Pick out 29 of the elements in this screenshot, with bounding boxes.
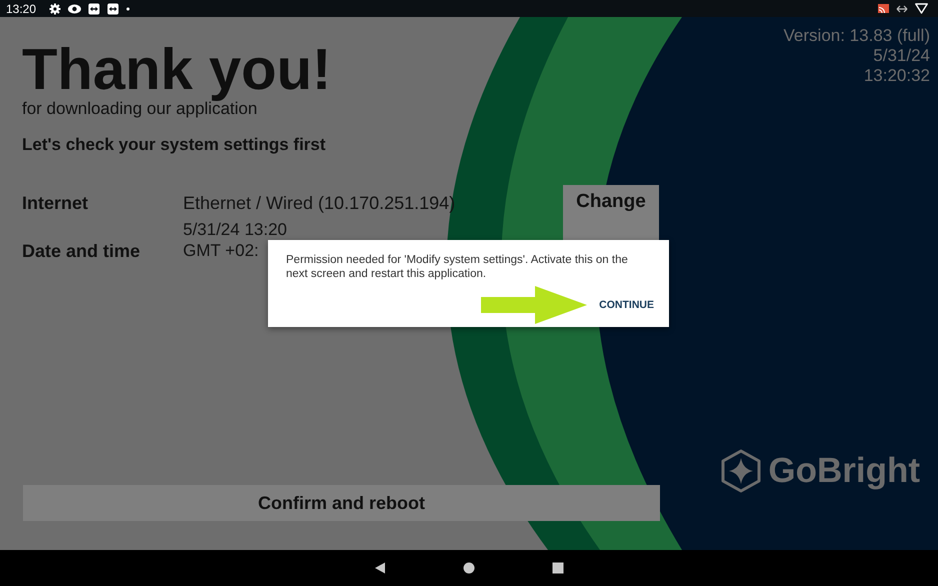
recents-icon[interactable]	[552, 562, 564, 574]
confirm-button[interactable]: Confirm and reboot	[23, 485, 660, 521]
status-time: 13:20	[6, 2, 36, 16]
logo-text: GoBright	[768, 451, 920, 491]
dialog-message: Permission needed for 'Modify system settings'. Activate this on the next screen and restart this application.	[286, 253, 629, 281]
version-text: Version: 13.83 (full)	[784, 26, 930, 46]
dot-icon	[126, 6, 130, 10]
setting-value: GMT +02:	[183, 240, 259, 261]
section-heading: Let's check your system settings first	[22, 135, 327, 155]
remote-icon	[88, 2, 100, 14]
eye-icon	[68, 4, 82, 14]
change-button[interactable]: Change	[563, 185, 659, 219]
logo-icon	[720, 449, 762, 493]
version-text: 5/31/24	[872, 46, 930, 66]
setting-label: Internet	[22, 192, 90, 214]
continue-button[interactable]: CONTINUE	[597, 297, 656, 313]
cast-icon	[878, 4, 889, 13]
remote-icon	[107, 2, 120, 14]
double-arrow-icon	[896, 4, 908, 12]
setting-label: Date and time	[22, 240, 142, 262]
arrow-icon	[481, 286, 588, 324]
title: Thank you!	[22, 37, 332, 102]
covered-button[interactable]	[563, 219, 659, 241]
gear-icon	[49, 2, 62, 14]
version-text: 13:20:32	[862, 66, 930, 86]
wifi-icon	[915, 3, 928, 14]
home-icon[interactable]	[463, 562, 475, 574]
setting-value: 5/31/24 13:20	[183, 219, 287, 240]
back-icon[interactable]	[374, 562, 386, 574]
